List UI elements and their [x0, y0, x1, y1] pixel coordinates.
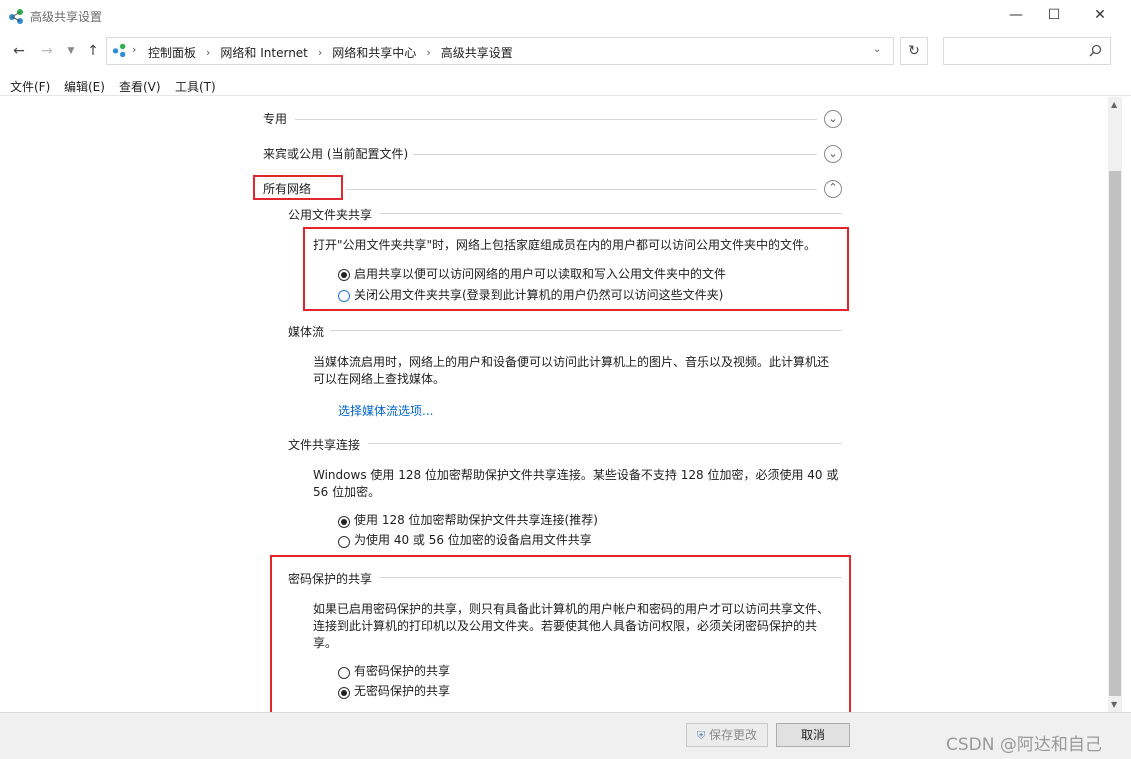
cancel-button[interactable]: 取消: [776, 723, 850, 747]
search-input[interactable]: [943, 37, 1111, 65]
password-on-label[interactable]: 有密码保护的共享: [354, 663, 450, 680]
file-sharing-desc-line1: Windows 使用 128 位加密帮助保护文件共享连接。某些设备不支持 128…: [313, 468, 839, 482]
menu-view[interactable]: 查看(V): [119, 78, 161, 95]
window-title: 高级共享设置: [30, 10, 103, 24]
public-folder-on-radio[interactable]: [338, 269, 350, 281]
encryption-40-radio[interactable]: [338, 536, 350, 548]
search-icon: [1089, 44, 1102, 57]
profile-all-label[interactable]: 所有网络: [263, 180, 311, 197]
breadcrumb-chevron-icon: ›: [132, 43, 137, 56]
breadcrumb-chevron-icon: ›: [317, 46, 323, 59]
refresh-icon[interactable]: ↻: [900, 37, 928, 65]
encryption-40-label[interactable]: 为使用 40 或 56 位加密的设备启用文件共享: [354, 532, 592, 549]
breadcrumb-control-panel[interactable]: 控制面板: [148, 44, 196, 61]
divider: [295, 119, 817, 120]
media-options-link[interactable]: 选择媒体流选项...: [338, 402, 433, 419]
password-heading: 密码保护的共享: [288, 572, 373, 586]
public-folder-off-radio[interactable]: [338, 290, 350, 302]
divider: [345, 189, 817, 190]
divider: [380, 213, 842, 214]
close-button[interactable]: ✕: [1077, 0, 1123, 32]
password-off-radio[interactable]: [338, 687, 350, 699]
breadcrumb-chevron-icon: ›: [426, 46, 431, 59]
scroll-down-arrow-icon[interactable]: ▼: [1111, 700, 1117, 709]
password-desc-line3: 享。: [313, 636, 338, 650]
media-desc-line1: 当媒体流启用时，网络上的用户和设备便可以访问此计算机上的图片、音乐以及视频。此计…: [313, 355, 830, 369]
file-sharing-heading: 文件共享连接: [288, 438, 361, 452]
encryption-128-label[interactable]: 使用 128 位加密帮助保护文件共享连接(推荐): [354, 512, 598, 529]
breadcrumb-network-sharing-center[interactable]: 网络和共享中心: [332, 44, 416, 61]
recent-locations-chevron-icon[interactable]: ▼: [60, 40, 82, 62]
public-folder-heading: 公用文件夹共享: [288, 208, 373, 222]
expand-chevron-icon[interactable]: ⌄: [824, 145, 842, 163]
media-heading: 媒体流: [288, 325, 325, 339]
scroll-up-arrow-icon[interactable]: ▲: [1111, 100, 1117, 109]
divider: [413, 154, 817, 155]
breadcrumb-network-internet[interactable]: 网络和 Internet: [220, 44, 307, 61]
file-sharing-desc-line2: 56 位加密。: [313, 485, 381, 499]
profile-private-label[interactable]: 专用: [263, 110, 287, 127]
expand-chevron-icon[interactable]: ⌄: [824, 110, 842, 128]
save-changes-button[interactable]: ⛨ 保存更改: [686, 723, 768, 747]
public-folder-off-label[interactable]: 关闭公用文件夹共享(登录到此计算机的用户仍然可以访问这些文件夹): [354, 287, 723, 304]
uac-shield-icon: ⛨: [696, 729, 706, 742]
up-arrow-icon[interactable]: ↑: [82, 40, 104, 62]
breadcrumb-chevron-icon: ›: [206, 46, 211, 59]
divider: [368, 443, 842, 444]
address-dropdown-chevron-icon[interactable]: ⌄: [873, 44, 881, 55]
password-on-radio[interactable]: [338, 667, 350, 679]
media-desc-line2: 可以在网络上查找媒体。: [313, 372, 446, 386]
public-folder-on-label[interactable]: 启用共享以便可以访问网络的用户可以读取和写入公用文件夹中的文件: [354, 266, 726, 283]
forward-arrow-icon[interactable]: →: [36, 40, 58, 62]
network-app-icon: [9, 9, 23, 24]
title-bar: 高级共享设置 — ☐ ✕: [0, 0, 1131, 32]
password-desc-line2: 连接到此计算机的打印机以及公用文件夹。若要使其他人具备访问权限，必须关闭密码保护…: [313, 619, 818, 633]
breadcrumb-advanced-sharing[interactable]: 高级共享设置: [441, 44, 513, 61]
watermark: CSDN @阿达和自己: [946, 735, 1102, 755]
menu-file[interactable]: 文件(F): [10, 78, 50, 95]
scrollbar-thumb[interactable]: [1109, 171, 1121, 696]
breadcrumb: 控制面板 › 网络和 Internet › 网络和共享中心 › 高级共享设置: [148, 44, 513, 61]
menu-tools[interactable]: 工具(T): [175, 78, 216, 95]
collapse-chevron-icon[interactable]: ⌃: [824, 180, 842, 198]
menu-bar: [0, 72, 1131, 96]
back-arrow-icon[interactable]: ←: [8, 40, 30, 62]
save-changes-label: 保存更改: [709, 728, 758, 742]
network-location-icon: [112, 43, 126, 58]
maximize-button[interactable]: ☐: [1031, 0, 1077, 32]
encryption-128-radio[interactable]: [338, 516, 350, 528]
public-folder-desc: 打开"公用文件夹共享"时，网络上包括家庭组成员在内的用户都可以访问公用文件夹中的…: [313, 238, 817, 252]
divider: [380, 577, 842, 578]
password-off-label[interactable]: 无密码保护的共享: [354, 683, 450, 700]
password-desc-line1: 如果已启用密码保护的共享，则只有具备此计算机的用户帐户和密码的用户才可以访问共享…: [313, 602, 830, 616]
profile-guest-label[interactable]: 来宾或公用 (当前配置文件): [263, 145, 408, 162]
divider: [330, 330, 842, 331]
menu-edit[interactable]: 编辑(E): [64, 78, 105, 95]
